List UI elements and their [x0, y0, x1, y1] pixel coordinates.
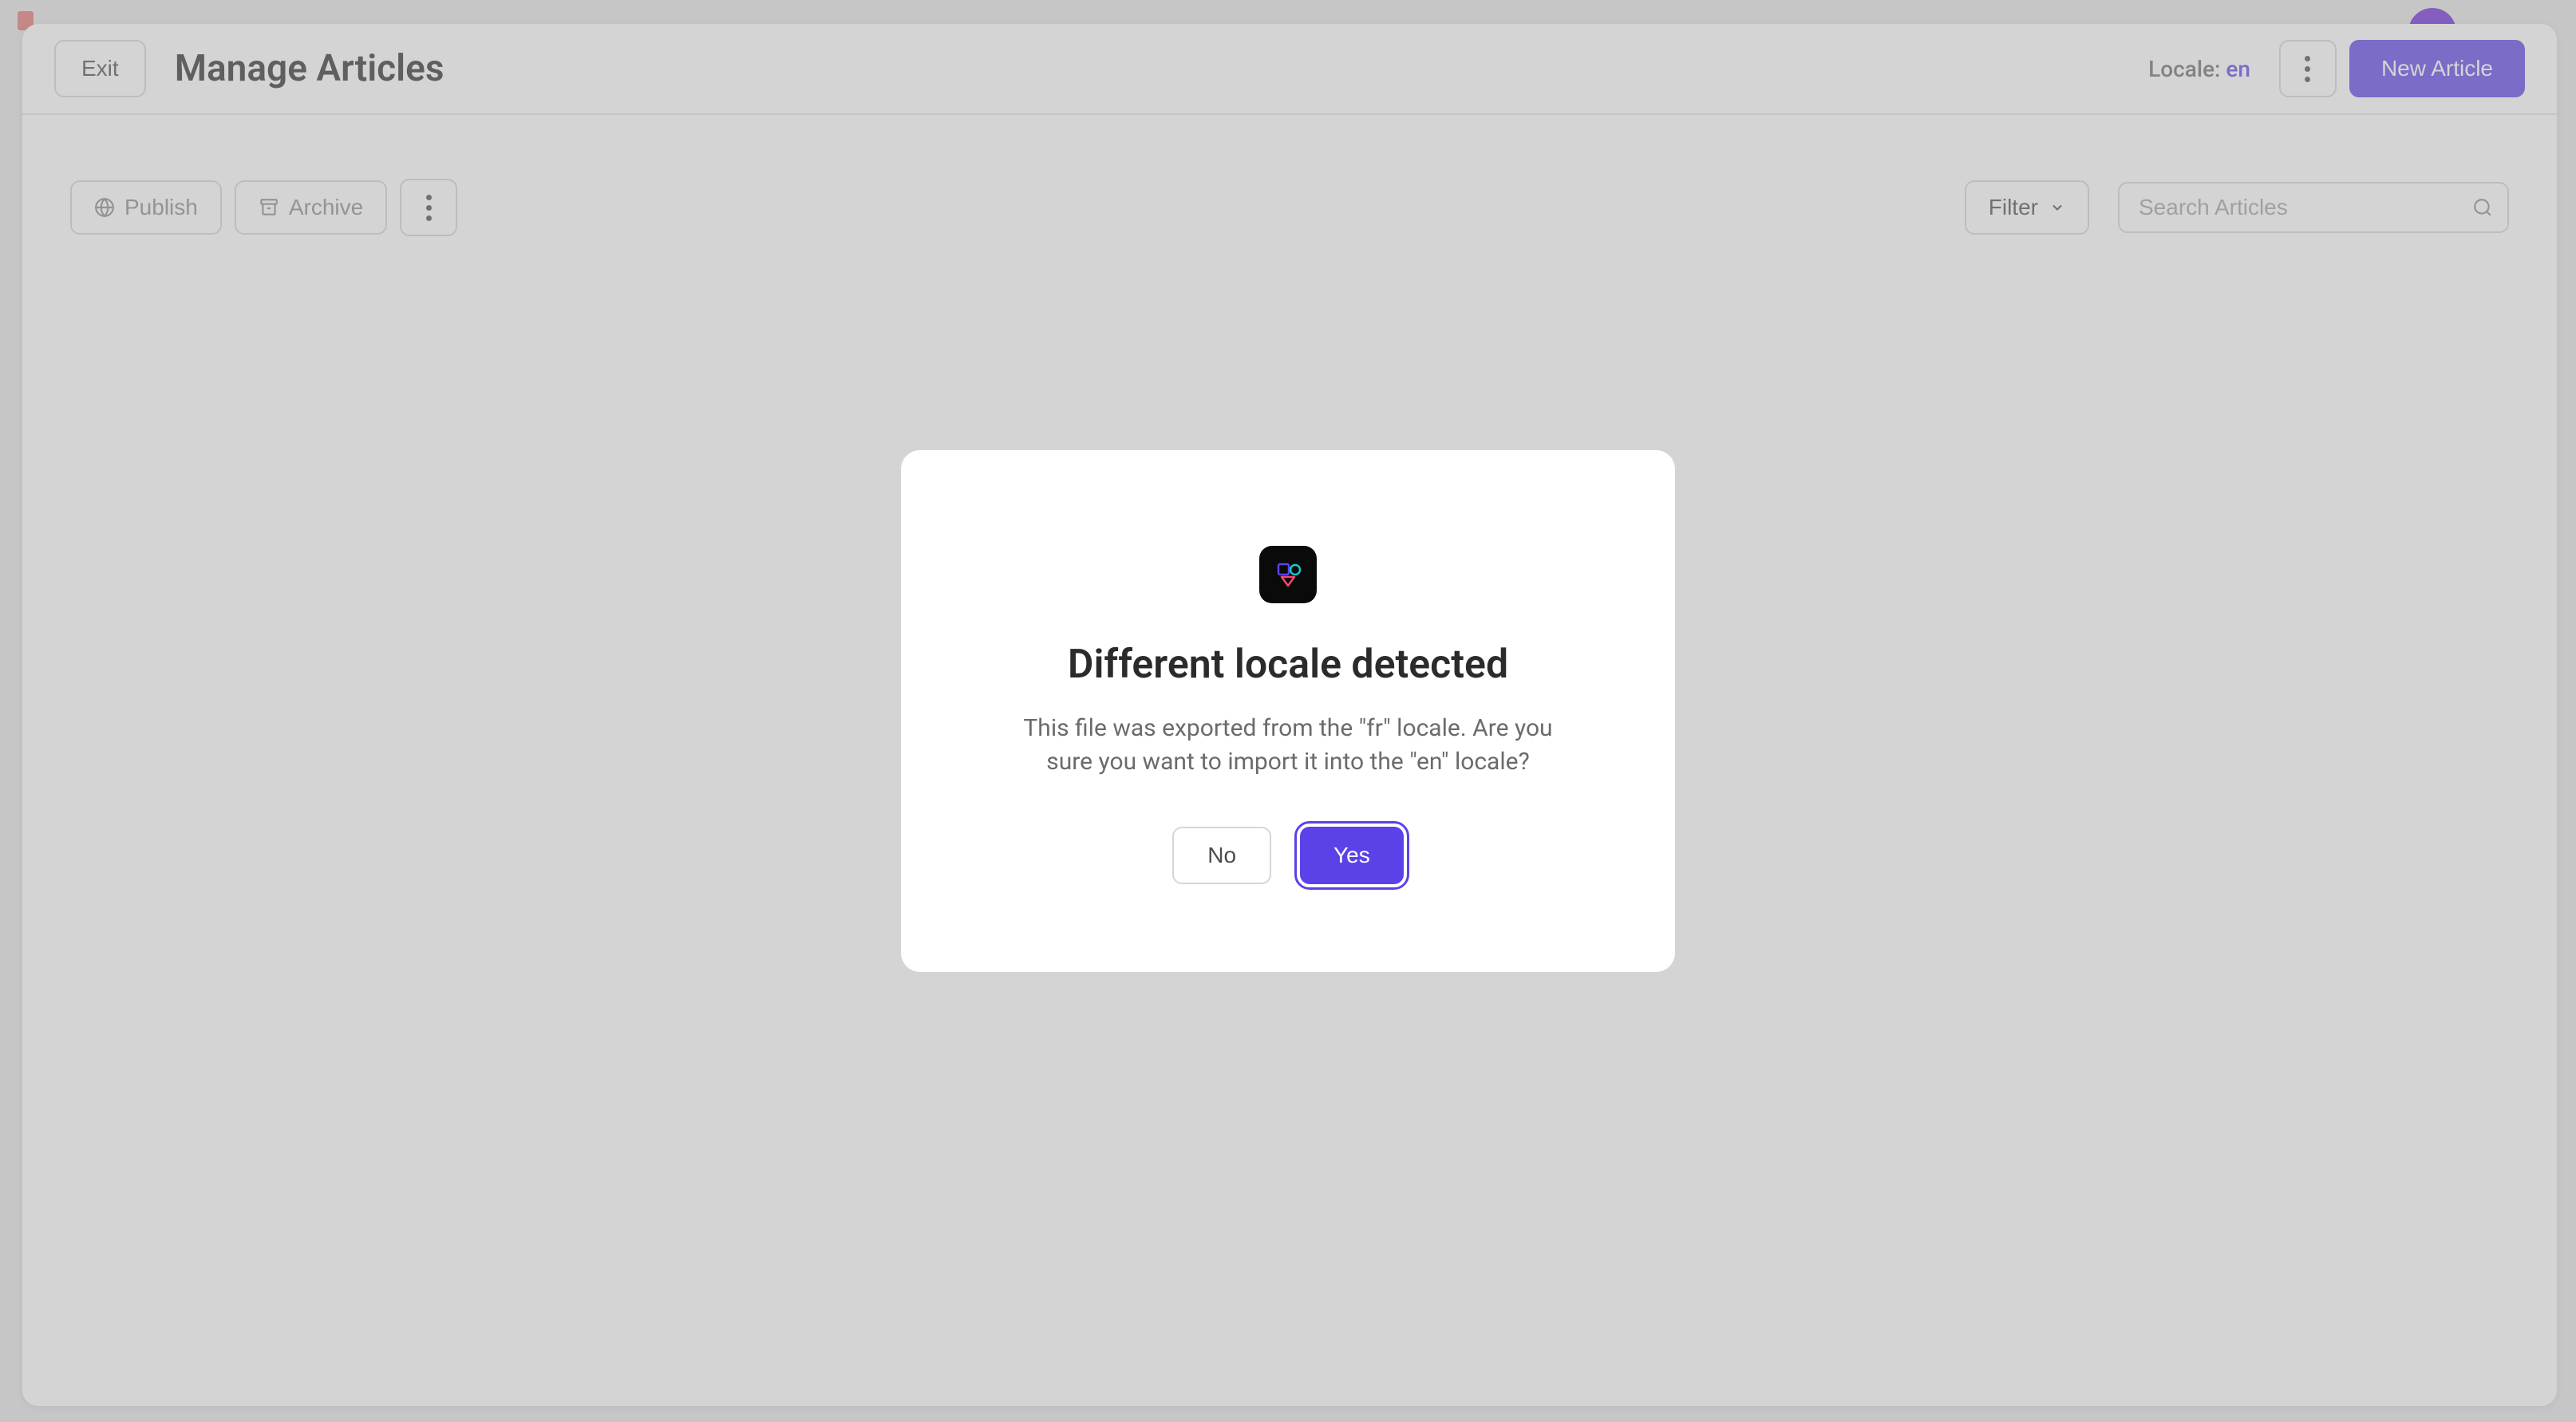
modal-overlay[interactable]: Different locale detected This file was …: [0, 0, 2576, 1422]
yes-button[interactable]: Yes: [1300, 827, 1404, 884]
modal-title: Different locale detected: [1068, 642, 1508, 688]
shapes-icon: [1272, 559, 1304, 591]
locale-modal: Different locale detected This file was …: [901, 450, 1675, 972]
modal-app-icon: [1259, 546, 1317, 603]
modal-body: This file was exported from the "fr" loc…: [1001, 712, 1575, 779]
modal-buttons: No Yes: [1172, 827, 1403, 884]
no-button[interactable]: No: [1172, 827, 1271, 884]
